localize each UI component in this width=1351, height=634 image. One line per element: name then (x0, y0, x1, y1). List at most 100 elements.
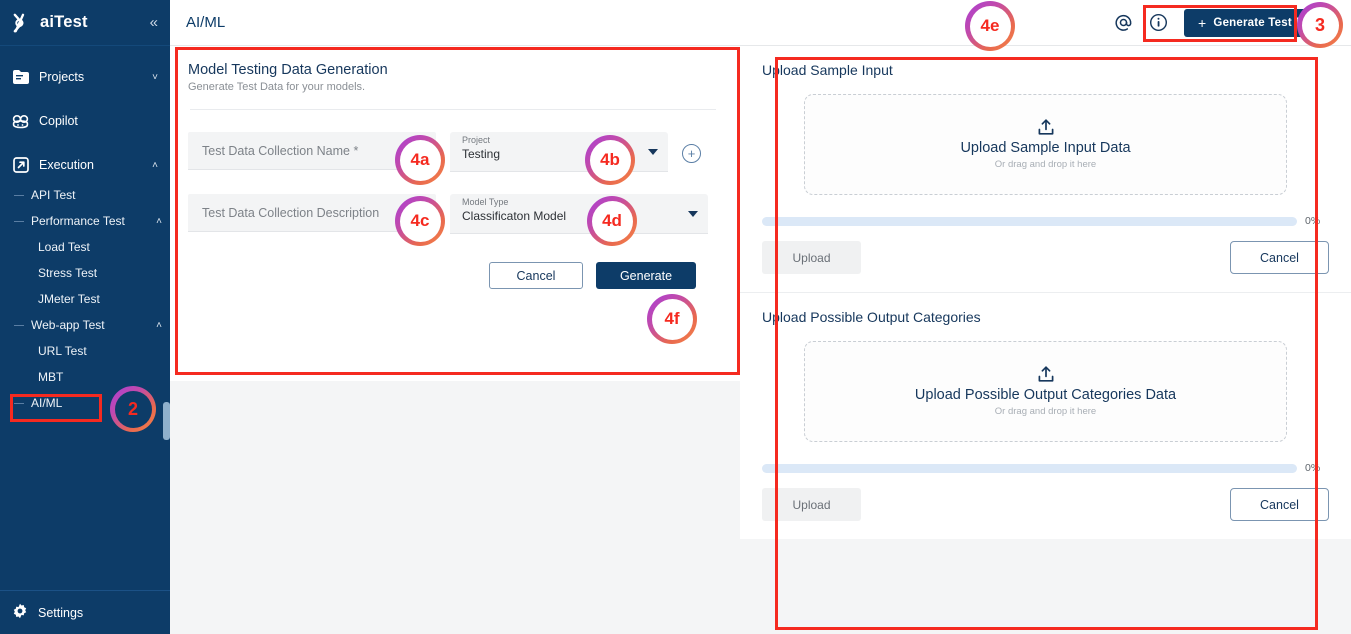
form-subtitle: Generate Test Data for your models. (188, 81, 366, 93)
cancel-upload-button[interactable]: Cancel (1230, 241, 1329, 274)
test-data-collection-description-input[interactable]: Test Data Collection Description (188, 194, 436, 232)
form-row-1: Test Data Collection Name * Project Test… (188, 132, 718, 172)
divider (190, 109, 716, 110)
project-select-value: Testing (462, 147, 501, 161)
chevron-up-icon[interactable]: ˄ (156, 216, 162, 227)
dropzone-sub-text: Or drag and drop it here (994, 159, 1097, 170)
page-title: AI/ML (186, 14, 226, 31)
sidebar-subitem-label: AI/ML (31, 396, 63, 410)
chevron-up-icon[interactable]: ˄ (156, 320, 162, 331)
upload-button[interactable]: Upload (762, 241, 861, 274)
sidebar-subitem-label: Web-app Test (31, 318, 105, 332)
cancel-button[interactable]: Cancel (489, 262, 583, 289)
upload-sample-input-title: Upload Sample Input (762, 62, 893, 78)
upload-sample-input-dropzone[interactable]: Upload Sample Input Data Or drag and dro… (804, 94, 1287, 195)
tree-dash-icon (14, 402, 24, 404)
form-title: Model Testing Data Generation (188, 62, 388, 78)
app-root: aiTest « Projects ˅ Copilot Execution ˄ … (0, 0, 1351, 634)
sidebar-item-mbt[interactable]: MBT (0, 364, 170, 390)
project-select[interactable]: Project Testing (450, 132, 668, 172)
sidebar-item-stress-test[interactable]: Stress Test (0, 260, 170, 286)
input-placeholder: Test Data Collection Name * (202, 143, 359, 158)
sidebar-item-settings[interactable]: Settings (0, 590, 170, 634)
upload-progress-percent: 0% (1305, 215, 1321, 227)
sidebar-item-label: Execution (39, 158, 94, 172)
form-row-2: Test Data Collection Description Model T… (188, 194, 718, 234)
right-column: Upload Sample Input Upload Sample Input … (740, 46, 1351, 634)
sidebar-item-projects[interactable]: Projects ˅ (0, 60, 170, 94)
upload-progress-percent: 0% (1305, 462, 1321, 474)
copilot-icon (12, 113, 29, 130)
upload-output-categories-title: Upload Possible Output Categories (762, 309, 981, 325)
sidebar-subitem-label: MBT (38, 370, 64, 384)
project-select-label: Project (462, 135, 491, 145)
sidebar-subitem-label: API Test (31, 188, 76, 202)
external-link-icon (12, 157, 29, 174)
model-type-select-value: Classificaton Model (462, 209, 567, 223)
input-placeholder: Test Data Collection Description (202, 205, 380, 220)
sidebar: aiTest « Projects ˅ Copilot Execution ˄ … (0, 0, 170, 634)
dropzone-main-text: Upload Possible Output Categories Data (914, 387, 1177, 403)
sidebar-subitem-label: URL Test (38, 344, 87, 358)
add-project-icon[interactable]: + (682, 144, 701, 163)
test-data-collection-name-input[interactable]: Test Data Collection Name * (188, 132, 436, 170)
sidebar-item-jmeter-test[interactable]: JMeter Test (0, 286, 170, 312)
main-area: AI/ML + Generate Test Data Model Testing… (170, 0, 1351, 634)
sidebar-subitem-label: Stress Test (38, 266, 98, 280)
chevron-down-icon[interactable] (688, 211, 698, 217)
info-circle-icon[interactable] (1149, 13, 1168, 32)
sidebar-item-api-test[interactable]: API Test (0, 182, 170, 208)
topbar: AI/ML + Generate Test Data (170, 0, 1351, 46)
generate-test-data-label: Generate Test Data (1213, 16, 1321, 29)
upload-progress-bar (762, 463, 1297, 473)
sidebar-footer-label: Settings (38, 605, 84, 620)
left-column: Model Testing Data Generation Generate T… (170, 46, 740, 634)
aitest-logo-icon (12, 13, 34, 33)
sidebar-item-web-app-test[interactable]: Web-app Test ˄ (0, 312, 170, 338)
dropzone-main-text: Upload Sample Input Data (960, 140, 1131, 156)
tree-dash-icon (14, 194, 24, 196)
sidebar-subitem-label: Load Test (38, 240, 90, 254)
upload-button[interactable]: Upload (762, 488, 861, 521)
sidebar-item-copilot[interactable]: Copilot (0, 104, 170, 138)
upload-output-categories-dropzone[interactable]: Upload Possible Output Categories Data O… (804, 341, 1287, 442)
sidebar-item-execution[interactable]: Execution ˄ (0, 148, 170, 182)
sidebar-nav: Projects ˅ Copilot Execution ˄ API Test … (0, 46, 170, 590)
model-type-select-label: Model Type (462, 197, 509, 207)
upload-progress-bar (762, 216, 1297, 226)
upload-progress-row: 0% (762, 215, 1329, 227)
plus-icon: + (1198, 14, 1207, 31)
cancel-upload-button[interactable]: Cancel (1230, 488, 1329, 521)
model-type-select[interactable]: Model Type Classificaton Model (450, 194, 708, 234)
upload-sample-input-card: Upload Sample Input Upload Sample Input … (740, 46, 1351, 292)
upload-output-categories-card: Upload Possible Output Categories Upload… (740, 292, 1351, 539)
at-sign-icon[interactable] (1114, 13, 1133, 32)
generate-test-data-button[interactable]: + Generate Test Data (1184, 8, 1335, 37)
content-area: Model Testing Data Generation Generate T… (170, 46, 1351, 634)
folder-icon (12, 69, 29, 86)
chevron-down-icon[interactable]: ˅ (152, 72, 158, 83)
chevron-up-icon[interactable]: ˄ (152, 160, 158, 171)
sidebar-item-ai-ml[interactable]: AI/ML (0, 390, 170, 416)
sidebar-brand: aiTest « (0, 0, 170, 46)
brand-name: aiTest (40, 13, 88, 31)
form-actions: Cancel Generate (188, 262, 718, 289)
upload-actions: Upload Cancel (762, 488, 1329, 521)
sidebar-item-performance-test[interactable]: Performance Test ˄ (0, 208, 170, 234)
collapse-sidebar-icon[interactable]: « (150, 15, 158, 30)
sidebar-subitem-label: JMeter Test (38, 292, 100, 306)
sidebar-item-label: Copilot (39, 114, 78, 128)
upload-progress-row: 0% (762, 462, 1329, 474)
generate-button[interactable]: Generate (596, 262, 696, 289)
chevron-down-icon[interactable] (648, 149, 658, 155)
dropzone-sub-text: Or drag and drop it here (994, 406, 1097, 417)
upload-icon (1036, 366, 1056, 386)
tree-dash-icon (14, 220, 24, 222)
topbar-actions: + Generate Test Data (1114, 8, 1335, 37)
sidebar-item-url-test[interactable]: URL Test (0, 338, 170, 364)
tree-dash-icon (14, 324, 24, 326)
sidebar-subitem-label: Performance Test (31, 214, 125, 228)
gear-icon (12, 603, 28, 622)
sidebar-item-load-test[interactable]: Load Test (0, 234, 170, 260)
sidebar-scrollbar-thumb[interactable] (163, 402, 170, 440)
